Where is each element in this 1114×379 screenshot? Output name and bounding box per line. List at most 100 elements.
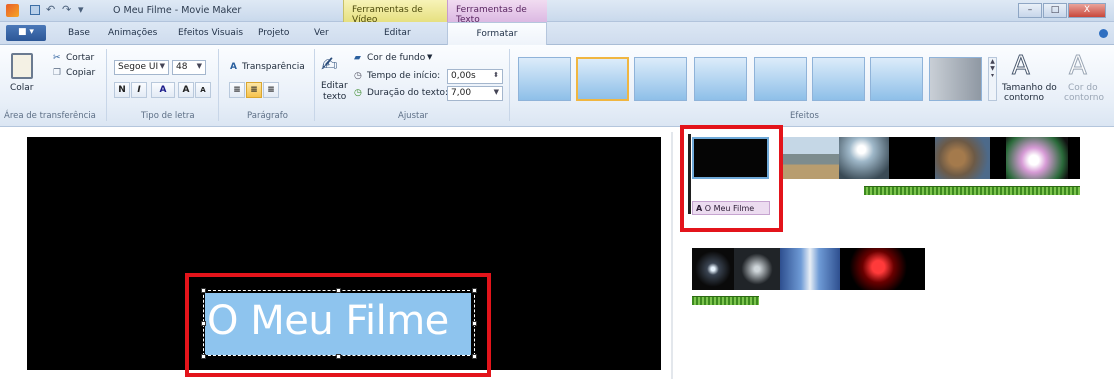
tab-base[interactable]: Base [68,28,90,38]
tab-project[interactable]: Projeto [258,28,289,38]
effect-thumbnail[interactable] [634,57,687,101]
video-thumbnail[interactable] [692,248,734,290]
group-label-clipboard: Área de transferência [4,111,96,121]
font-size-select[interactable]: 48 ▼ [172,60,206,75]
font-family-select[interactable]: Segoe UI ▼ [114,60,169,75]
highlight-frame-preview [185,273,491,377]
outline-size-button-line2[interactable]: contorno [1004,93,1044,103]
edit-text-button-line2[interactable]: texto [323,92,346,102]
outline-color-button-line1[interactable]: Cor do [1068,83,1098,93]
video-thumbnail[interactable] [1068,137,1080,179]
group-label-adjust: Ajustar [398,111,429,121]
audio-track[interactable] [864,186,1080,195]
effect-thumbnail[interactable] [812,57,865,101]
edit-text-button-line1[interactable]: Editar [321,81,348,91]
effect-thumbnail[interactable] [754,57,807,101]
duration-select[interactable]: 7,00 ▼ [447,86,503,101]
file-menu-button[interactable]: ■ ▾ [6,25,46,41]
background-color-icon[interactable]: ▰ [354,53,361,63]
cut-button[interactable]: Cortar [66,53,94,63]
start-time-label: Tempo de início: [367,71,441,81]
group-label-font: Tipo de letra [141,111,195,121]
transparency-icon[interactable]: A [230,62,237,72]
video-thumbnail[interactable] [889,137,935,179]
background-color-button[interactable]: Cor de fundo [367,53,425,63]
effect-thumbnail[interactable] [870,57,923,101]
align-left-button[interactable]: ≡ [229,82,245,98]
duration-icon: ◷ [354,88,362,98]
movie-maker-app-icon[interactable] [6,4,19,17]
chevron-down-icon: ▼ [493,88,499,96]
window-title: O Meu Filme - Movie Maker [113,5,242,16]
video-thumbnail[interactable] [839,137,889,179]
window-controls: – □ X [1018,3,1106,18]
highlight-frame-timeline [680,125,783,232]
paste-icon[interactable] [11,53,33,79]
video-thumbnail[interactable] [781,137,839,179]
outline-color-icon[interactable]: A [1069,51,1088,82]
chevron-down-icon: ▼ [196,62,202,70]
effect-thumbnail[interactable] [929,57,982,101]
cut-icon[interactable]: ✂ [53,53,61,63]
copy-icon[interactable]: ❐ [53,68,61,78]
outline-color-button-line2[interactable]: contorno [1064,93,1104,103]
transparency-button[interactable]: Transparência [242,62,305,72]
font-color-button[interactable]: A [151,82,175,98]
tab-view[interactable]: Ver [314,28,329,38]
group-separator [218,49,219,121]
help-icon[interactable] [1099,29,1108,38]
pane-divider[interactable] [671,132,673,379]
effect-thumbnail[interactable] [518,57,571,101]
ribbon: Colar ✂ Cortar ❐ Copiar Área de transfer… [0,45,1114,127]
chevron-down-icon[interactable]: ▼ [427,53,432,61]
shrink-font-button[interactable]: A [195,82,211,98]
close-button[interactable]: X [1068,3,1106,18]
quick-access-toolbar: ↶ ↷ ▾ [30,4,88,15]
paste-button[interactable]: Colar [10,83,34,93]
font-family-value: Segoe UI [118,62,159,72]
start-time-input[interactable]: 0,00s ⬍ [447,69,503,84]
video-thumbnail[interactable] [734,248,780,290]
copy-button[interactable]: Copiar [66,68,95,78]
context-tab-video-tools: Ferramentas de Vídeo [343,0,447,25]
video-thumbnail[interactable] [780,248,840,290]
align-center-button[interactable]: ≡ [246,82,262,98]
tab-visual-effects[interactable]: Efeitos Visuais [178,28,243,38]
group-label-paragraph: Parágrafo [247,111,288,121]
edit-text-icon[interactable]: ✍ [321,53,343,75]
effects-gallery-scroll[interactable]: ▲ ▼ ▾ [988,57,997,101]
minimize-button[interactable]: – [1018,3,1042,18]
ribbon-tab-row: ■ ▾ Base Animações Efeitos Visuais Proje… [0,22,1114,46]
tab-animations[interactable]: Animações [108,28,157,38]
group-separator [509,49,510,121]
align-right-button[interactable]: ≡ [263,82,279,98]
group-label-effects: Efeitos [790,111,819,121]
customize-qat-icon[interactable]: ▾ [78,4,88,15]
chevron-down-icon: ▼ [159,62,165,70]
spinner-icon[interactable]: ⬍ [493,71,499,79]
video-thumbnail[interactable] [1006,137,1068,179]
tab-format[interactable]: Formatar [447,22,547,46]
effect-thumbnail[interactable] [694,57,747,101]
start-time-value: 0,00s [451,71,476,81]
video-thumbnail[interactable] [990,137,1006,179]
video-thumbnail[interactable] [840,248,925,290]
outline-size-button-line1[interactable]: Tamanho do [1002,83,1057,93]
undo-icon[interactable]: ↶ [46,4,56,15]
video-thumbnail[interactable] [935,137,990,179]
start-time-icon: ◷ [354,71,362,81]
group-separator [314,49,315,121]
bold-button[interactable]: N [114,82,130,98]
grow-font-button[interactable]: A [178,82,194,98]
effect-thumbnail-selected[interactable] [576,57,629,101]
outline-size-icon[interactable]: A [1012,51,1031,82]
save-icon[interactable] [30,5,40,15]
maximize-button[interactable]: □ [1043,3,1067,18]
tab-edit[interactable]: Editar [384,28,411,38]
audio-track[interactable] [692,296,759,305]
redo-icon[interactable]: ↷ [62,4,72,15]
italic-button[interactable]: I [131,82,147,98]
duration-value: 7,00 [451,88,472,98]
group-separator [106,49,107,121]
duration-label: Duração do texto: [367,88,449,98]
